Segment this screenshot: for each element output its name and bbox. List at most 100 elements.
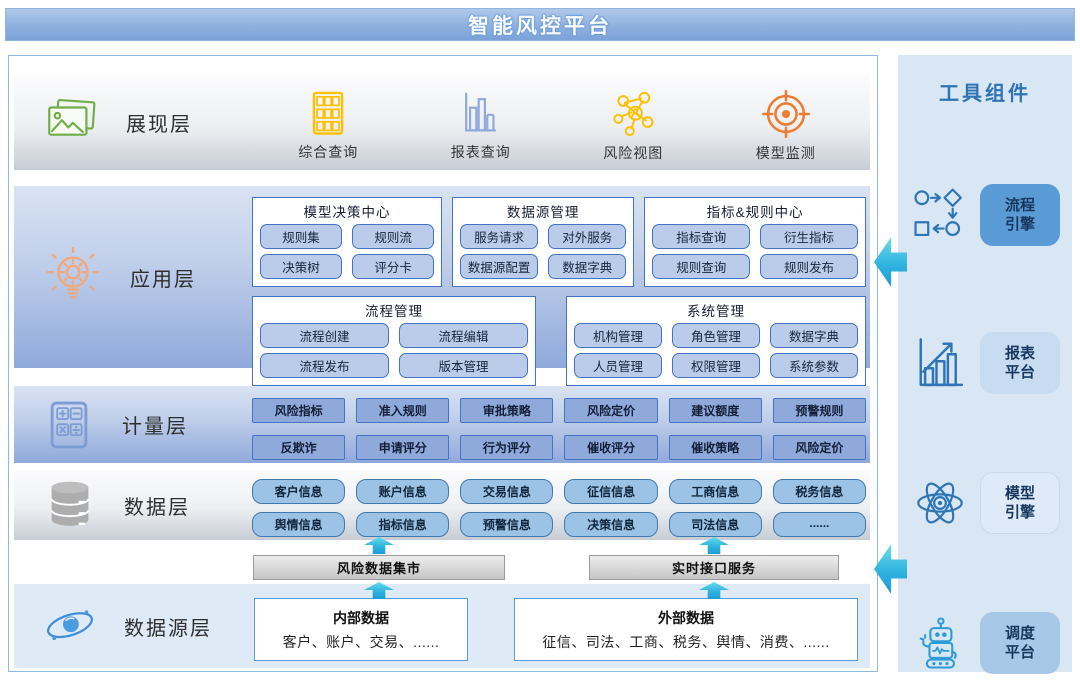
galaxy-icon [42,598,98,654]
app-pill: 人员管理 [574,353,662,378]
measure-pill: 审批策略 [460,398,553,423]
data-layer-label: 数据层 [124,491,190,520]
group-datasource-management: 数据源管理 服务请求 对外服务 数据源配置 数据字典 [452,197,634,287]
data-pill: 预警信息 [460,512,553,537]
app-pill: 规则集 [260,224,342,249]
risk-data-mart-bar: 风险数据集市 [253,555,505,580]
database-icon [42,477,98,533]
photos-icon [42,93,100,151]
robot-icon [910,615,970,671]
flowchart-icon [910,186,970,244]
app-pill: 衍生指标 [760,224,858,249]
data-pill: 指标信息 [356,512,449,537]
presentation-item-label: 风险视图 [603,143,663,163]
lightbulb-gear-icon [42,246,104,308]
network-icon [607,88,659,140]
measure-pill: 催收评分 [564,435,657,460]
presentation-item: 模型监测 [756,88,816,163]
measure-pill: 风险指标 [252,398,345,423]
app-pill: 规则查询 [652,254,750,279]
app-pill: 流程发布 [260,353,389,378]
data-pill: 司法信息 [669,512,762,537]
data-pill: 决策信息 [564,512,657,537]
measure-pill: 建议额度 [669,398,762,423]
process-engine-button: 流程引擎 [980,184,1060,246]
group-title: 数据源管理 [460,201,626,221]
app-pill: 规则流 [352,224,434,249]
data-pill: 征信信息 [564,479,657,504]
external-data-box: 外部数据 征信、司法、工商、税务、舆情、消费、...... [514,598,858,661]
group-title: 流程管理 [260,300,528,320]
calculator-icon [42,398,96,452]
report-platform-label: 报表平台 [1004,344,1036,383]
grid-icon [303,89,353,139]
group-process-management: 流程管理 流程创建 流程编辑 流程发布 版本管理 [252,296,536,386]
measurement-items: 风险指标 准入规则 审批策略 风险定价 建议额度 预警规则 反欺诈 申请评分 行… [252,398,866,460]
app-pill: 数据源配置 [460,254,538,279]
app-pill: 对外服务 [548,224,626,249]
platform-title-bar: 智能风控平台 [5,8,1075,41]
app-pill: 权限管理 [672,353,760,378]
app-pill: 指标查询 [652,224,750,249]
data-pill: ...... [773,512,866,537]
datasource-layer-label: 数据源层 [124,612,212,641]
tool-item-model-engine: 模型引擎 [898,471,1072,535]
measure-pill: 准入规则 [356,398,449,423]
presentation-item-label: 模型监测 [756,143,816,163]
group-title: 模型决策中心 [260,201,434,221]
model-engine-button: 模型引擎 [980,472,1060,534]
data-pill: 税务信息 [773,479,866,504]
data-layer-header: 数据层 [14,470,252,540]
report-chart-icon [910,335,970,391]
datasource-layer-row: 数据源层 内部数据 客户、账户、交易、...... 外部数据 征信、司法、工商、… [14,584,870,668]
measurement-layer-row: 计量层 风险指标 准入规则 审批策略 风险定价 建议额度 预警规则 反欺诈 申请… [14,386,870,463]
tool-item-schedule-platform: 调度平台 [898,611,1072,675]
measure-pill: 风险定价 [564,398,657,423]
measure-pill: 行为评分 [460,435,553,460]
measure-pill: 催收策略 [669,435,762,460]
report-platform-button: 报表平台 [980,332,1060,394]
platform-title: 智能风控平台 [468,10,612,40]
schedule-platform-button: 调度平台 [980,612,1060,674]
presentation-item: 报表查询 [451,89,511,162]
measurement-layer-header: 计量层 [14,386,252,463]
group-title: 系统管理 [574,300,858,320]
external-data-title: 外部数据 [658,608,714,628]
measurement-layer-label: 计量层 [122,410,188,439]
application-layer-row: 应用层 模型决策中心 规则集 规则流 决策树 评分卡 数据源管理 [14,186,870,368]
app-pill: 数据字典 [548,254,626,279]
presentation-items: 综合查询 报表查询 [252,74,862,170]
process-engine-label: 流程引擎 [1004,196,1036,235]
data-pill: 客户信息 [252,479,345,504]
app-pill: 数据字典 [770,323,858,348]
measure-pill: 风险定价 [773,435,866,460]
atom-icon [910,474,970,532]
application-layer-label: 应用层 [130,263,196,292]
external-data-desc: 征信、司法、工商、税务、舆情、消费、...... [542,632,829,652]
data-pill: 舆情信息 [252,512,345,537]
internal-data-box: 内部数据 客户、账户、交易、...... [254,598,468,661]
group-system-management: 系统管理 机构管理 角色管理 数据字典 人员管理 权限管理 系统参数 [566,296,866,386]
group-indicator-rule-center: 指标&规则中心 指标查询 衍生指标 规则查询 规则发布 [644,197,866,287]
realtime-api-bar: 实时接口服务 [589,555,839,580]
app-pill: 规则发布 [760,254,858,279]
presentation-item: 风险视图 [603,88,663,163]
group-title: 指标&规则中心 [652,201,858,221]
tool-item-report-platform: 报表平台 [898,331,1072,395]
tools-sidebar: 工具组件 流程引擎 [898,55,1072,672]
presentation-layer-row: 展现层 综合查询 [14,74,870,170]
tool-item-process-engine: 流程引擎 [898,183,1072,247]
data-pill: 工商信息 [669,479,762,504]
data-pill: 账户信息 [356,479,449,504]
measure-pill: 反欺诈 [252,435,345,460]
internal-data-title: 内部数据 [333,608,389,628]
datasource-layer-header: 数据源层 [14,584,252,668]
data-pill: 交易信息 [460,479,553,504]
presentation-item-label: 综合查询 [298,142,358,162]
application-groups: 模型决策中心 规则集 规则流 决策树 评分卡 数据源管理 服务请求 对外服务 [252,197,866,386]
app-pill: 角色管理 [672,323,760,348]
app-pill: 流程编辑 [399,323,528,348]
data-items: 客户信息 账户信息 交易信息 征信信息 工商信息 税务信息 舆情信息 指标信息 … [252,479,866,537]
target-icon [760,88,812,140]
group-model-decision-center: 模型决策中心 规则集 规则流 决策树 评分卡 [252,197,442,287]
